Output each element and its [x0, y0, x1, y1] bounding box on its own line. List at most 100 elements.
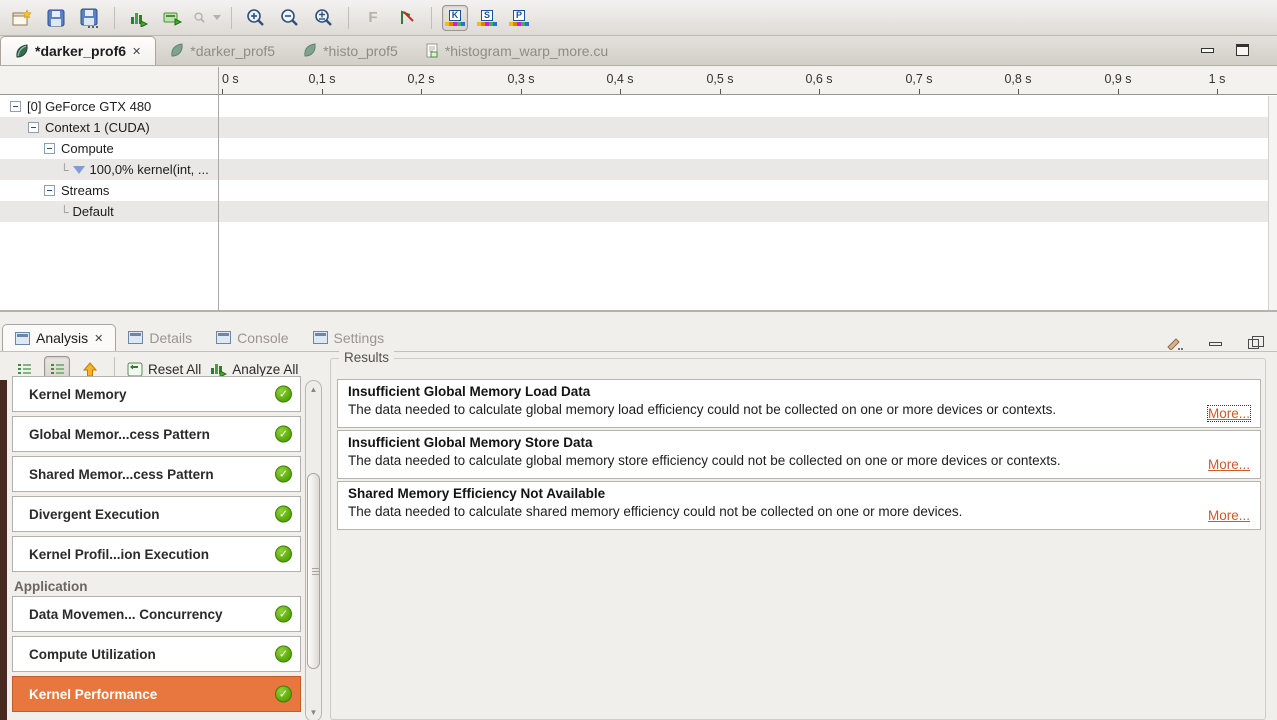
scroll-down-icon[interactable]: ▼ — [306, 708, 321, 717]
more-link[interactable]: More... — [1208, 508, 1250, 523]
minimize-icon[interactable] — [1201, 48, 1214, 53]
tree-label: Context 1 (CUDA) — [45, 120, 150, 135]
panel-restore-icon[interactable] — [1248, 336, 1264, 349]
analysis-view-icon — [15, 331, 30, 345]
timeline-scrollbar-gutter[interactable] — [1268, 96, 1277, 310]
scrollbar-thumb[interactable] — [307, 473, 320, 669]
tree-row-streams[interactable]: Streams — [0, 180, 1268, 201]
kernel-coloring-button[interactable]: K — [442, 4, 468, 31]
tab-histo-prof5[interactable]: *histo_prof5 — [289, 36, 412, 65]
tree-timeline-divider[interactable] — [218, 67, 219, 310]
card-label: Data Movemen... Concurrency — [29, 606, 223, 622]
save-button[interactable] — [42, 4, 70, 32]
tree-label: Default — [72, 204, 114, 219]
session-leaf-icon — [16, 43, 28, 58]
tab-histogram-warp-more[interactable]: *histogram_warp_more.cu — [412, 36, 622, 65]
filter-funnel-icon — [72, 165, 85, 174]
scroll-up-icon[interactable]: ▲ — [306, 385, 321, 394]
analysis-list-scrollbar[interactable]: ▲ ▼ — [305, 380, 322, 720]
save-as-button[interactable] — [76, 4, 104, 32]
results-label: Results — [339, 350, 395, 365]
maximize-icon[interactable] — [1236, 44, 1249, 56]
tree-row-device[interactable]: [0] GeForce GTX 480 — [0, 96, 1268, 117]
tree-row-kernel[interactable]: └ 100,0% kernel(int, ... — [0, 159, 1268, 180]
tab-settings[interactable]: Settings — [301, 324, 397, 351]
zoom-fit-button[interactable] — [310, 4, 338, 32]
details-view-icon — [128, 331, 144, 344]
tab-close-icon[interactable]: ✕ — [94, 332, 103, 345]
tab-analysis[interactable]: Analysis ✕ — [2, 324, 117, 351]
analyze-all-button[interactable]: Analyze All — [209, 361, 298, 377]
card-label: Compute Utilization — [29, 646, 156, 662]
result-description: The data needed to calculate global memo… — [348, 453, 1061, 468]
analysis-card-shared-memory-access[interactable]: Shared Memor...cess Pattern — [12, 456, 301, 492]
tab-darker-prof6[interactable]: *darker_prof6 ✕ — [0, 36, 157, 65]
view-menu-icon[interactable] — [1167, 338, 1183, 350]
up-arrow-icon — [83, 361, 97, 376]
ruler-label: 0,5 s — [706, 72, 734, 86]
analysis-card-kernel-memory[interactable]: Kernel Memory — [12, 376, 301, 412]
results-group: Results Insufficient Global Memory Load … — [330, 350, 1266, 720]
check-icon — [275, 685, 292, 703]
tree-row-default-stream[interactable]: └ Default — [0, 201, 1268, 222]
session-leaf-icon — [304, 43, 316, 57]
collapse-icon[interactable] — [44, 185, 55, 196]
tree-row-compute[interactable]: Compute — [0, 138, 1268, 159]
tab-label: *histo_prof5 — [323, 42, 398, 59]
ruler-label: 0,4 s — [606, 72, 634, 86]
ruler-tick — [819, 89, 820, 94]
tab-label: Settings — [333, 329, 385, 346]
zoom-in-button[interactable] — [242, 4, 270, 32]
toolbar-separator — [231, 6, 232, 29]
collapse-icon[interactable] — [10, 101, 21, 112]
session-leaf-icon — [171, 43, 183, 57]
timeline-ruler[interactable]: 0 s 0,1 s 0,2 s 0,3 s 0,4 s 0,5 s 0,6 s … — [0, 67, 1277, 95]
collapse-icon[interactable] — [44, 143, 55, 154]
panel-minimize-icon[interactable] — [1209, 342, 1222, 346]
check-icon — [275, 465, 292, 483]
list-unguided-icon — [50, 363, 64, 374]
more-link[interactable]: More... — [1208, 457, 1250, 472]
ruler-label: 1 s — [1208, 72, 1226, 86]
more-link[interactable]: More... — [1206, 405, 1252, 422]
tab-close-icon[interactable]: ✕ — [132, 45, 141, 58]
result-description: The data needed to calculate global memo… — [348, 402, 1057, 417]
analysis-card-divergent-execution[interactable]: Divergent Execution — [12, 496, 301, 532]
settings-view-icon — [312, 331, 328, 344]
stream-colorbar-icon — [477, 21, 497, 26]
stream-letter: S — [480, 9, 493, 21]
collapse-icon[interactable] — [28, 122, 39, 133]
stream-coloring-button[interactable]: S — [474, 5, 500, 31]
export-session-button[interactable] — [159, 4, 187, 32]
ruler-label: 0 s — [222, 72, 239, 86]
left-edge-scroll-strip[interactable] — [0, 380, 7, 720]
tab-label: Details — [149, 329, 193, 346]
tree-row-context[interactable]: Context 1 (CUDA) — [0, 117, 1268, 138]
zoom-out-button[interactable] — [276, 4, 304, 32]
search-icon — [194, 11, 205, 23]
analysis-card-kernel-profiling[interactable]: Kernel Profil...ion Execution — [12, 536, 301, 572]
new-window-icon — [12, 8, 32, 25]
ruler-tick — [521, 89, 522, 94]
reset-all-label: Reset All — [148, 361, 202, 377]
zoom-out-icon — [281, 8, 298, 26]
tab-darker-prof5[interactable]: *darker_prof5 — [156, 36, 289, 65]
analysis-card-kernel-performance[interactable]: Kernel Performance — [12, 676, 301, 712]
ruler-tick — [222, 89, 223, 94]
result-card-load-data: Insufficient Global Memory Load Data The… — [337, 379, 1261, 428]
analysis-card-global-memory-access[interactable]: Global Memor...cess Pattern — [12, 416, 301, 452]
card-label: Global Memor...cess Pattern — [29, 426, 210, 442]
analysis-card-compute-utilization[interactable]: Compute Utilization — [12, 636, 301, 672]
save-as-icon — [80, 8, 98, 28]
flag-icon — [401, 10, 414, 24]
export-chart-button[interactable] — [125, 4, 153, 32]
marker-flag-button[interactable] — [393, 4, 421, 32]
tab-details[interactable]: Details — [116, 324, 204, 351]
analysis-card-data-movement[interactable]: Data Movemen... Concurrency — [12, 596, 301, 632]
reset-all-button[interactable]: Reset All — [127, 362, 201, 377]
ruler-tick — [322, 89, 323, 94]
process-coloring-button[interactable]: P — [506, 5, 532, 31]
check-icon — [275, 605, 292, 623]
tab-console[interactable]: Console — [204, 324, 300, 351]
new-session-button[interactable] — [8, 4, 36, 32]
